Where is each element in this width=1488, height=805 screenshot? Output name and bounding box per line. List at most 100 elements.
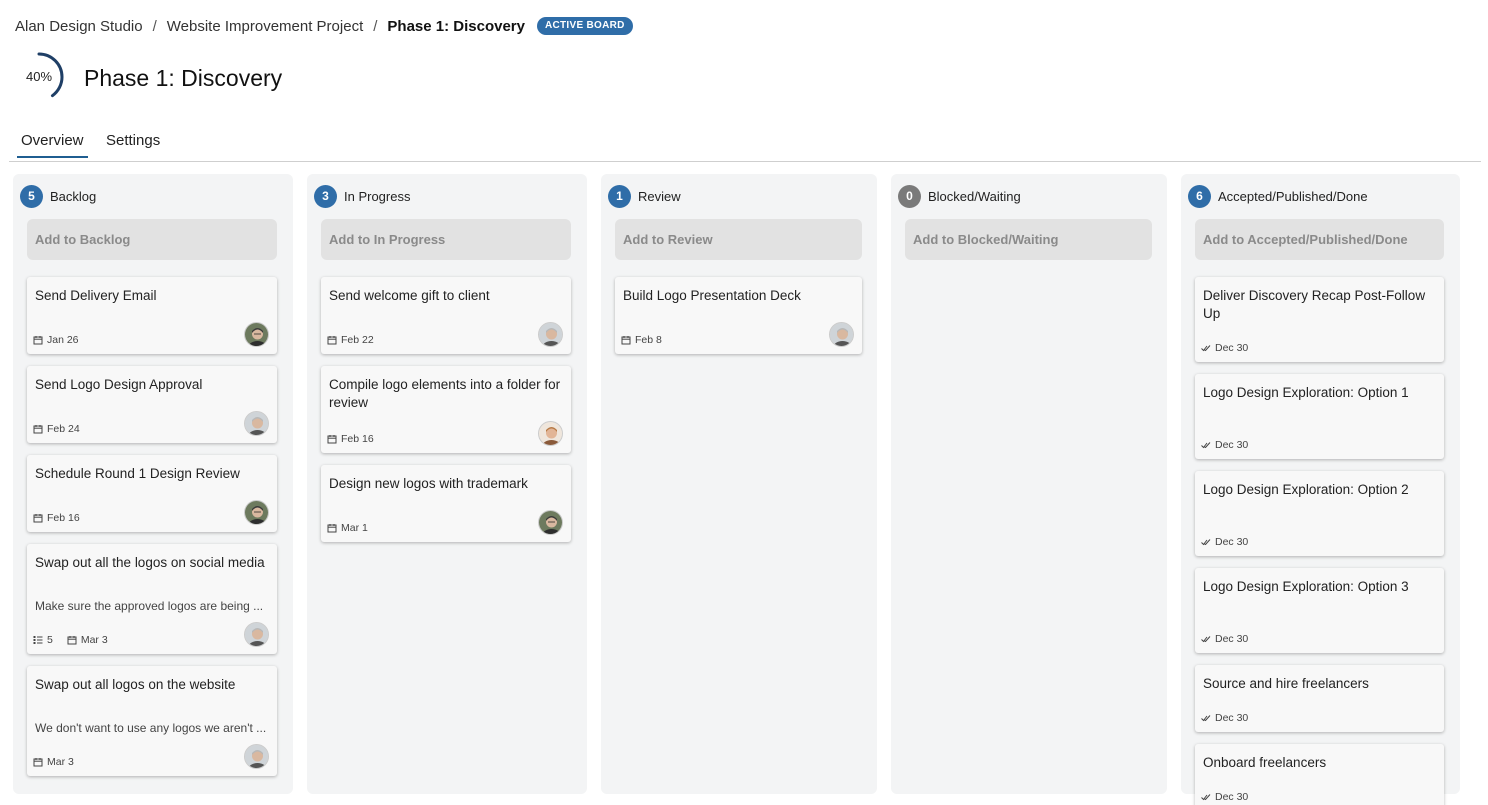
due-date: Feb 8 <box>621 334 662 346</box>
double-check-icon <box>1201 440 1215 450</box>
column-in-progress: 3 In Progress Add to In Progress Send we… <box>307 174 587 794</box>
column-title: In Progress <box>344 188 411 204</box>
breadcrumb-project-link[interactable]: Website Improvement Project <box>167 18 363 35</box>
card-meta: Dec 30 <box>1201 439 1262 451</box>
card-meta: 5 Mar 3 <box>33 634 122 646</box>
column-header: 0 Blocked/Waiting <box>898 184 1021 208</box>
assignee-avatar[interactable] <box>244 744 269 769</box>
card-title: Logo Design Exploration: Option 3 <box>1203 579 1409 594</box>
card-meta: Feb 8 <box>621 334 676 346</box>
card-title: Send Logo Design Approval <box>35 377 203 392</box>
tab-bar: Overview Settings <box>9 128 1481 162</box>
double-check-icon <box>1201 713 1215 723</box>
breadcrumb-separator: / <box>373 17 378 35</box>
assignee-avatar[interactable] <box>538 322 563 347</box>
card-description: Make sure the approved logos are being .… <box>35 599 264 613</box>
breadcrumb: Alan Design Studio / Website Improvement… <box>15 14 633 38</box>
card-meta: Dec 30 <box>1201 712 1262 724</box>
task-card[interactable]: Logo Design Exploration: Option 2 Dec 30 <box>1195 471 1444 556</box>
task-card[interactable]: Compile logo elements into a folder for … <box>321 366 571 453</box>
assignee-avatar[interactable] <box>244 411 269 436</box>
task-card[interactable]: Design new logos with trademark Mar 1 <box>321 465 571 542</box>
column-header: 3 In Progress <box>314 184 410 208</box>
add-card-button[interactable]: Add to Blocked/Waiting <box>905 219 1152 260</box>
calendar-icon <box>33 513 47 523</box>
due-date: Mar 3 <box>67 634 108 646</box>
due-date-value: Dec 30 <box>1215 342 1249 354</box>
due-date-value: Feb 24 <box>47 423 80 435</box>
due-date-value: Feb 16 <box>47 512 80 524</box>
due-date: Dec 30 <box>1201 342 1248 354</box>
assignee-avatar[interactable] <box>244 622 269 647</box>
card-title: Onboard freelancers <box>1203 755 1327 770</box>
add-card-button[interactable]: Add to Review <box>615 219 862 260</box>
breadcrumb-org-link[interactable]: Alan Design Studio <box>15 18 143 35</box>
progress-ring: 40% <box>13 50 67 104</box>
card-title: Swap out all the logos on social media <box>35 555 265 570</box>
due-date-value: Mar 3 <box>80 634 108 646</box>
assignee-avatar[interactable] <box>829 322 854 347</box>
task-card[interactable]: Logo Design Exploration: Option 3 Dec 30 <box>1195 568 1444 653</box>
column-backlog: 5 Backlog Add to Backlog Send Delivery E… <box>13 174 293 794</box>
card-meta: Mar 3 <box>33 756 88 768</box>
assignee-avatar[interactable] <box>244 322 269 347</box>
breadcrumb-current: Phase 1: Discovery <box>387 17 525 35</box>
card-title: Deliver Discovery Recap Post-Follow Up <box>1203 288 1426 321</box>
task-card[interactable]: Source and hire freelancers Dec 30 <box>1195 665 1444 732</box>
tab-settings[interactable]: Settings <box>102 131 164 158</box>
due-date: Dec 30 <box>1201 633 1248 645</box>
task-card[interactable]: Onboard freelancers Dec 30 <box>1195 744 1444 805</box>
assignee-avatar[interactable] <box>538 421 563 446</box>
checklist-count-value: 5 <box>47 634 53 646</box>
due-date: Mar 1 <box>327 522 368 534</box>
task-card[interactable]: Deliver Discovery Recap Post-Follow Up De… <box>1195 277 1444 362</box>
tab-overview[interactable]: Overview <box>17 131 88 158</box>
column-blocked-waiting: 0 Blocked/Waiting Add to Blocked/Waiting <box>891 174 1167 794</box>
column-count: 3 <box>314 184 337 208</box>
calendar-icon <box>327 523 341 533</box>
checklist-count: 5 <box>33 634 53 646</box>
column-header: 5 Backlog <box>20 184 96 208</box>
assignee-avatar[interactable] <box>244 500 269 525</box>
card-title: Swap out all logos on the website <box>35 677 236 692</box>
task-card[interactable]: Send welcome gift to client Feb 22 <box>321 277 571 354</box>
due-date-value: Jan 26 <box>47 334 79 346</box>
active-board-badge: ACTIVE BOARD <box>536 17 633 35</box>
calendar-icon <box>327 434 341 444</box>
card-title: Send Delivery Email <box>35 288 157 303</box>
card-title: Schedule Round 1 Design Review <box>35 466 240 481</box>
calendar-icon <box>67 635 81 645</box>
card-title: Source and hire freelancers <box>1203 676 1369 691</box>
column-header: 6 Accepted/Published/Done <box>1188 184 1368 208</box>
add-card-button[interactable]: Add to Backlog <box>27 219 277 260</box>
card-meta: Dec 30 <box>1201 342 1262 354</box>
add-card-button[interactable]: Add to In Progress <box>321 219 571 260</box>
column-title: Review <box>638 188 681 204</box>
task-card[interactable]: Send Delivery Email Jan 26 <box>27 277 277 354</box>
column-count: 1 <box>608 184 631 208</box>
due-date: Dec 30 <box>1201 791 1248 803</box>
card-title: Design new logos with trademark <box>329 476 528 491</box>
due-date-value: Feb 16 <box>341 433 374 445</box>
task-card[interactable]: Logo Design Exploration: Option 1 Dec 30 <box>1195 374 1444 459</box>
add-card-button[interactable]: Add to Accepted/Published/Done <box>1195 219 1444 260</box>
due-date: Jan 26 <box>33 334 79 346</box>
card-title: Logo Design Exploration: Option 2 <box>1203 482 1409 497</box>
task-card[interactable]: Schedule Round 1 Design Review Feb 16 <box>27 455 277 532</box>
due-date: Feb 16 <box>327 433 374 445</box>
due-date-value: Dec 30 <box>1215 712 1249 724</box>
task-card[interactable]: Send Logo Design Approval Feb 24 <box>27 366 277 443</box>
due-date: Dec 30 <box>1201 536 1248 548</box>
due-date: Feb 22 <box>327 334 374 346</box>
assignee-avatar[interactable] <box>538 510 563 535</box>
task-card[interactable]: Build Logo Presentation Deck Feb 8 <box>615 277 862 354</box>
double-check-icon <box>1201 634 1215 644</box>
due-date: Dec 30 <box>1201 712 1248 724</box>
task-card[interactable]: Swap out all the logos on social media Ma… <box>27 544 277 654</box>
double-check-icon <box>1201 792 1215 802</box>
task-card[interactable]: Swap out all logos on the website We don'… <box>27 666 277 776</box>
due-date-value: Dec 30 <box>1215 536 1249 548</box>
due-date-value: Mar 3 <box>47 756 74 768</box>
due-date-value: Dec 30 <box>1215 439 1249 451</box>
due-date-value: Feb 22 <box>341 334 374 346</box>
